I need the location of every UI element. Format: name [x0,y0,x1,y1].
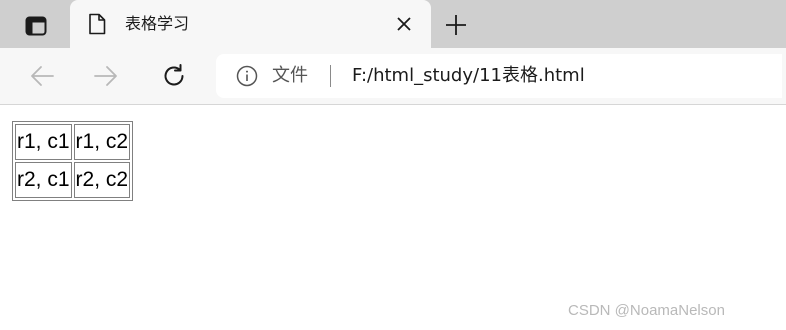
table-cell: r2, c2 [73,162,131,198]
table-cell: r1, c1 [15,124,72,160]
plus-icon [446,15,466,35]
table-cell: r2, c1 [15,162,72,198]
refresh-button[interactable] [158,60,190,92]
table-row: r2, c1 r2, c2 [15,162,131,198]
forward-button[interactable] [90,60,122,92]
tab-strip: 表格学习 [0,0,786,48]
page-icon [89,13,106,35]
refresh-icon [164,64,184,86]
tab-active[interactable]: 表格学习 [70,0,431,48]
back-button[interactable] [26,60,58,92]
data-table: r1, c1 r1, c2 r2, c1 r2, c2 [12,121,134,201]
page-viewport: r1, c1 r1, c2 r2, c1 r2, c2 CSDN @NoamaN… [0,105,786,330]
address-bar[interactable]: 文件 F:/html_study/11表格.html [216,54,782,98]
arrow-left-icon [31,66,54,86]
watermark: CSDN @NoamaNelson [568,302,725,319]
new-tab-button[interactable] [441,10,471,40]
info-icon[interactable] [236,65,258,87]
table-cell: r1, c2 [73,124,131,160]
close-icon [397,17,411,31]
arrow-right-icon [94,66,117,86]
tab-actions-button[interactable] [16,12,56,40]
site-info-label[interactable]: 文件 [272,64,308,88]
table-row: r1, c1 r1, c2 [15,124,131,160]
tab-actions-icon [25,16,47,36]
url-text[interactable]: F:/html_study/11表格.html [352,64,585,88]
toolbar: 文件 F:/html_study/11表格.html [0,48,786,105]
browser-window: 表格学习 文件 F:/html_study/11表格.html r1, c1 r… [0,0,786,330]
close-tab-button[interactable] [394,14,414,34]
address-divider [330,65,331,87]
tab-title: 表格学习 [125,14,190,33]
